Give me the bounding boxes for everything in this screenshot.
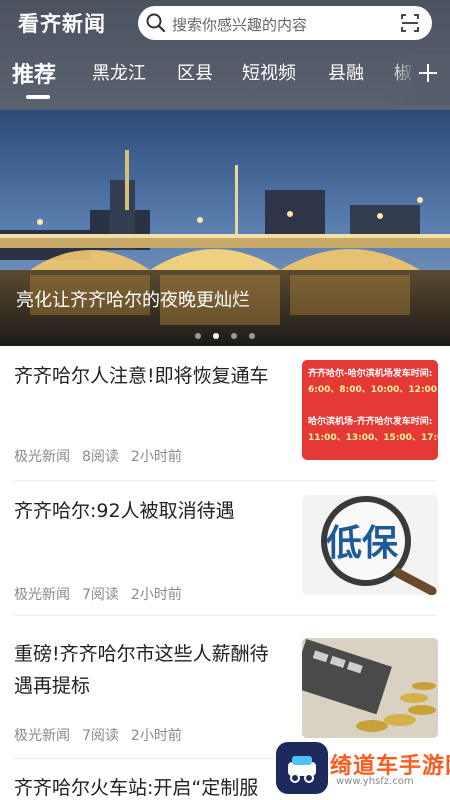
divider	[14, 615, 436, 616]
news-time: 2小时前	[130, 728, 182, 744]
news-time: 2小时前	[130, 449, 182, 465]
car-icon	[288, 756, 316, 783]
thumb-line: 哈尔滨机场-齐齐哈尔发车时间:	[308, 417, 433, 427]
carousel-dot	[231, 333, 237, 339]
news-item[interactable]: 齐齐哈尔人注意!即将恢复通车 极光新闻 8阅读 2小时前 齐齐哈尔-哈尔滨机场发车时…	[0, 346, 450, 480]
banner-caption: 亮化让齐齐哈尔的夜晚更灿烂	[16, 290, 250, 311]
carousel-dots	[0, 324, 450, 343]
news-thumbnail	[302, 638, 438, 738]
news-thumbnail: 低保	[302, 495, 438, 595]
calculator-coins-image	[302, 638, 438, 738]
carousel-dot	[195, 333, 201, 339]
thumb-text: 低保	[326, 523, 399, 564]
news-item[interactable]: 重磅!齐齐哈尔市这些人薪酬待遇再提标 极光新闻 7阅读 2小时前	[0, 624, 450, 758]
news-reads: 7阅读	[82, 728, 119, 744]
scan-icon[interactable]	[400, 13, 420, 33]
news-thumbnail: 齐齐哈尔-哈尔滨机场发车时间: 6:00、8:00、10:00、12:00 哈尔…	[302, 360, 438, 460]
tab-county-media[interactable]: 县融	[328, 59, 364, 85]
news-meta: 极光新闻 7阅读 2小时前	[14, 584, 194, 604]
tab-short-video[interactable]: 短视频	[242, 59, 296, 85]
carousel-dot-active	[213, 333, 219, 339]
banner-carousel[interactable]: 亮化让齐齐哈尔的夜晚更灿烂	[0, 110, 450, 346]
active-tab-indicator	[26, 95, 50, 99]
magnifier-image: 低保	[321, 496, 437, 595]
thumb-line: 齐齐哈尔-哈尔滨机场发车时间:	[308, 369, 433, 379]
tab-heilongjiang[interactable]: 黑龙江	[92, 59, 146, 85]
thumb-line: 11:00、13:00、15:00、17:00	[308, 433, 438, 443]
tab-district[interactable]: 区县	[177, 59, 213, 85]
site-watermark: 绮道车手游网 www.yhsfz.com	[276, 742, 450, 800]
news-item[interactable]: 齐齐哈尔:92人被取消待遇 极光新闻 7阅读 2小时前 低保	[0, 481, 450, 615]
news-source: 极光新闻	[14, 728, 70, 744]
news-title: 重磅!齐齐哈尔市这些人薪酬待遇再提标	[14, 643, 269, 697]
watermark-logo	[276, 742, 328, 794]
app-title: 看齐新闻	[18, 12, 106, 36]
search-bar[interactable]: 搜索你感兴趣的内容	[138, 6, 432, 40]
news-meta: 极光新闻 8阅读 2小时前	[14, 446, 194, 466]
channel-tabs: 推荐 黑龙江 区县 短视频 县融 椒	[0, 55, 450, 105]
news-source: 极光新闻	[14, 449, 70, 465]
top-header: 看齐新闻 搜索你感兴趣的内容 推荐 黑龙江 区县 短视频 县融 椒	[0, 0, 450, 110]
search-placeholder: 搜索你感兴趣的内容	[172, 16, 308, 34]
search-icon	[146, 13, 166, 33]
thumb-line: 6:00、8:00、10:00、12:00	[308, 385, 438, 395]
news-reads: 7阅读	[82, 587, 119, 603]
news-title: 齐齐哈尔人注意!即将恢复通车	[14, 365, 269, 387]
news-source: 极光新闻	[14, 587, 70, 603]
plus-icon[interactable]	[417, 62, 439, 84]
tab-recommend[interactable]: 推荐	[12, 57, 56, 89]
watermark-url: www.yhsfz.com	[336, 776, 414, 787]
news-meta: 极光新闻 7阅读 2小时前	[14, 725, 194, 745]
carousel-dot	[249, 333, 255, 339]
news-title: 齐齐哈尔:92人被取消待遇	[14, 500, 235, 522]
news-time: 2小时前	[130, 587, 182, 603]
news-reads: 8阅读	[82, 449, 119, 465]
